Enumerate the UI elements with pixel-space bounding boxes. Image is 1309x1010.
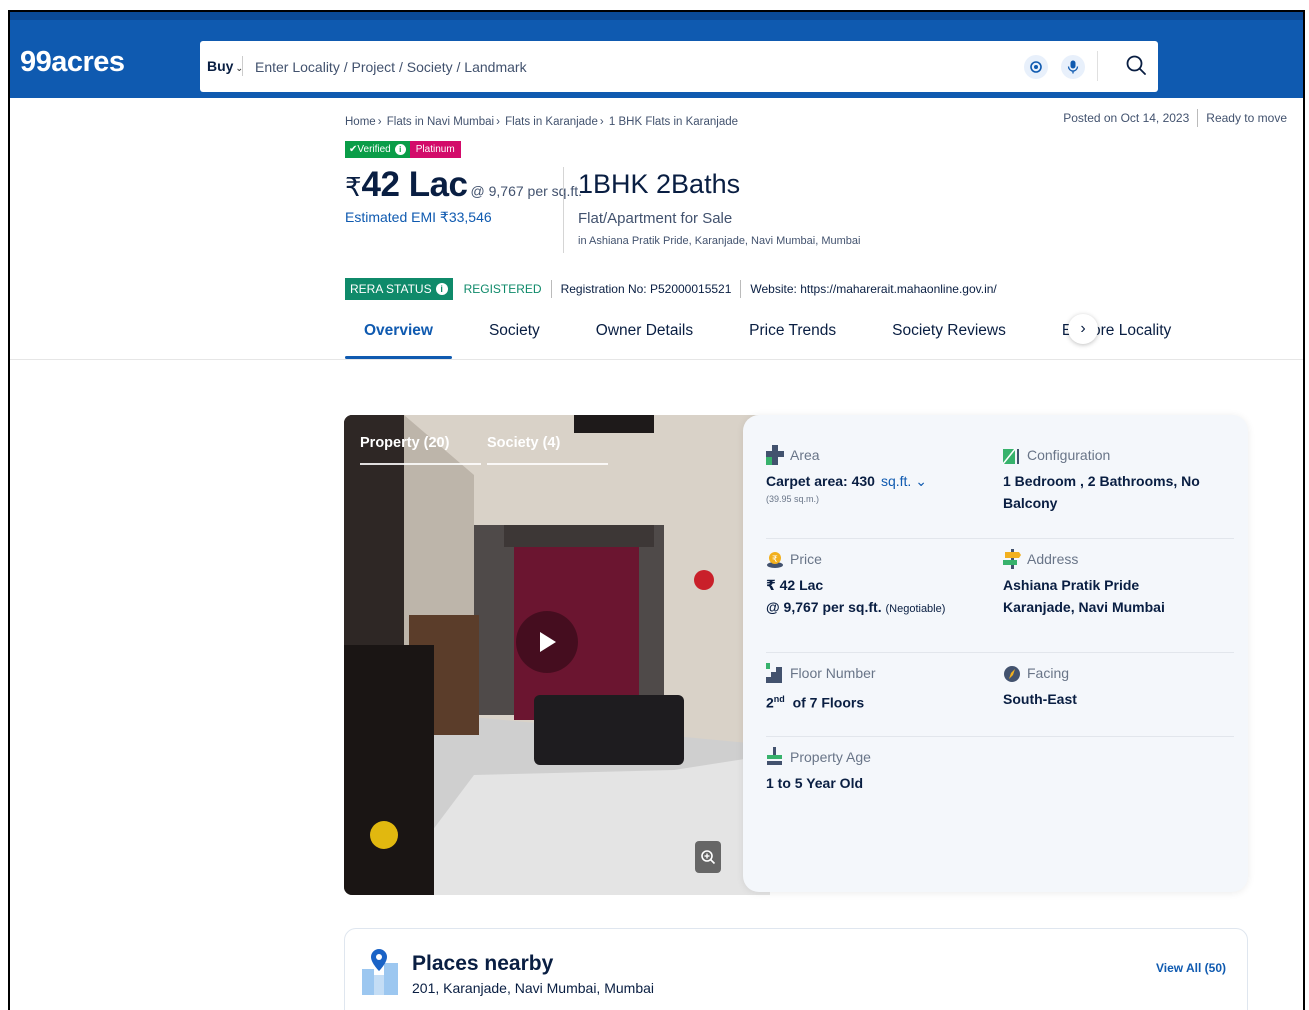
breadcrumb-item[interactable]: Flats in Karanjade — [505, 116, 598, 128]
gallery-tab-society[interactable]: Society (4) — [487, 435, 608, 465]
tabs-next-button[interactable]: › — [1068, 314, 1098, 344]
divider — [550, 280, 552, 298]
play-video-button[interactable] — [516, 611, 578, 673]
divider — [740, 280, 742, 298]
detail-floor: Floor Number 2nd of 7 Floors — [766, 663, 876, 711]
buy-label: Buy — [207, 58, 234, 74]
site-logo[interactable]: 99acres — [20, 46, 125, 79]
rera-status-badge[interactable]: RERA STATUS i — [345, 278, 453, 300]
tab-society[interactable]: Society — [470, 314, 559, 359]
top-header: 99acres Buy ⌄ — [10, 12, 1303, 98]
divider — [1097, 51, 1098, 81]
view-all-link[interactable]: View All (50) — [1156, 961, 1226, 975]
rera-strip: RERA STATUS i REGISTERED Registration No:… — [345, 278, 997, 300]
location-pin-icon — [362, 949, 398, 995]
detail-address: Address Ashiana Pratik Pride Karanjade, N… — [1003, 549, 1165, 615]
rera-website[interactable]: Website: https://maharerait.mahaonline.g… — [750, 282, 996, 296]
divider — [1197, 109, 1199, 127]
unit-selector[interactable]: sq.ft. ⌄ — [881, 473, 927, 489]
detail-configuration: Configuration 1 Bedroom , 2 Bathrooms, N… — [1003, 447, 1200, 511]
breadcrumb-item[interactable]: Flats in Navi Mumbai — [387, 116, 494, 128]
platinum-badge: Platinum — [409, 141, 461, 158]
chevron-right-icon: › — [1080, 320, 1086, 337]
listing-location: in Ashiana Pratik Pride, Karanjade, Navi… — [578, 235, 861, 247]
detail-price: ₹ Price ₹ 42 Lac @ 9,767 per sq.ft. (Negot… — [766, 551, 946, 615]
details-row: Property Age 1 to 5 Year Old — [766, 747, 1234, 807]
details-row: ₹ Price ₹ 42 Lac @ 9,767 per sq.ft. (Negot… — [766, 549, 1234, 653]
listing-title: 1BHK 2Baths — [578, 169, 741, 199]
listing-title-block: 1BHK 2Baths Flat/Apartment for Sale in A… — [578, 169, 860, 247]
price-tag-icon: ₹ — [767, 552, 783, 568]
detail-area: Area Carpet area: 430 sq.ft. ⌄ (39.95 sq.… — [766, 445, 927, 504]
breadcrumb-item[interactable]: Home — [345, 116, 376, 128]
possession-status: Ready to move — [1206, 111, 1287, 125]
places-nearby-card: Places nearby 201, Karanjade, Navi Mumba… — [344, 928, 1248, 1010]
divider — [563, 167, 564, 253]
building-age-icon — [767, 747, 782, 765]
verified-badge[interactable]: ✔ Verified i — [345, 141, 410, 158]
compass-icon — [1004, 666, 1020, 682]
location-target-icon[interactable] — [1024, 55, 1048, 79]
search-input[interactable] — [255, 41, 1015, 92]
stairs-icon — [766, 663, 782, 683]
play-icon — [540, 632, 556, 652]
property-details-card: Area Carpet area: 430 sq.ft. ⌄ (39.95 sq.… — [743, 415, 1248, 892]
price-block: ₹ 42 Lac @ 9,767 per sq.ft. Estimated EM… — [345, 165, 582, 226]
tab-overview[interactable]: Overview — [345, 314, 452, 359]
price-per-sqft: @ 9,767 per sq.ft. — [470, 183, 583, 199]
signpost-icon — [1003, 549, 1021, 569]
detail-facing: Facing South-East — [1003, 665, 1077, 707]
search-bar: Buy ⌄ — [200, 41, 1158, 92]
info-icon[interactable]: i — [394, 144, 406, 155]
tab-price-trends[interactable]: Price Trends — [730, 314, 855, 359]
divider — [10, 359, 1303, 360]
svg-text:₹: ₹ — [772, 555, 778, 565]
breadcrumb-item[interactable]: 1 BHK Flats in Karanjade — [609, 116, 738, 128]
listing-badges: ✔ Verified i Platinum — [345, 141, 461, 158]
zoom-button[interactable] — [695, 841, 721, 873]
divider — [242, 56, 243, 76]
details-row: Floor Number 2nd of 7 Floors Facing Sout… — [766, 663, 1234, 737]
tab-owner-details[interactable]: Owner Details — [577, 314, 712, 359]
breadcrumb: Home › Flats in Navi Mumbai › Flats in Kar… — [345, 116, 739, 128]
rera-registration-number: Registration No: P52000015521 — [560, 282, 732, 296]
photo-gallery[interactable]: Property (20) Society (4) — [344, 415, 770, 895]
tab-explore-locality[interactable]: Explore Locality — [1043, 314, 1190, 359]
area-icon — [766, 445, 784, 465]
gallery-tabs: Property (20) Society (4) — [360, 435, 614, 465]
estimated-emi-link[interactable]: Estimated EMI ₹33,546 — [345, 209, 582, 226]
zoom-in-icon — [701, 850, 716, 865]
detail-property-age: Property Age 1 to 5 Year Old — [766, 747, 871, 791]
tab-society-reviews[interactable]: Society Reviews — [873, 314, 1025, 359]
info-icon[interactable]: i — [435, 283, 448, 295]
details-row: Area Carpet area: 430 sq.ft. ⌄ (39.95 sq.… — [766, 445, 1234, 539]
posted-info: Posted on Oct 14, 2023 Ready to move — [1063, 109, 1287, 127]
listing-type: Flat/Apartment for Sale — [578, 210, 733, 227]
posted-date: Posted on Oct 14, 2023 — [1063, 111, 1190, 125]
configuration-icon — [1003, 448, 1019, 465]
price-value: 42 Lac — [361, 165, 468, 204]
places-nearby-address: 201, Karanjade, Navi Mumbai, Mumbai — [412, 980, 655, 996]
search-icon[interactable] — [1125, 54, 1149, 78]
microphone-icon[interactable] — [1061, 55, 1085, 79]
page-frame: 99acres Buy⌄ Home› Flats in Navi Mumbai›… — [8, 10, 1305, 1010]
places-nearby-title: Places nearby — [412, 952, 554, 975]
gallery-tab-property[interactable]: Property (20) — [360, 435, 481, 465]
buy-dropdown[interactable]: Buy ⌄ — [207, 58, 243, 74]
currency-symbol: ₹ — [345, 172, 362, 202]
rera-registered-label: REGISTERED — [463, 282, 542, 296]
